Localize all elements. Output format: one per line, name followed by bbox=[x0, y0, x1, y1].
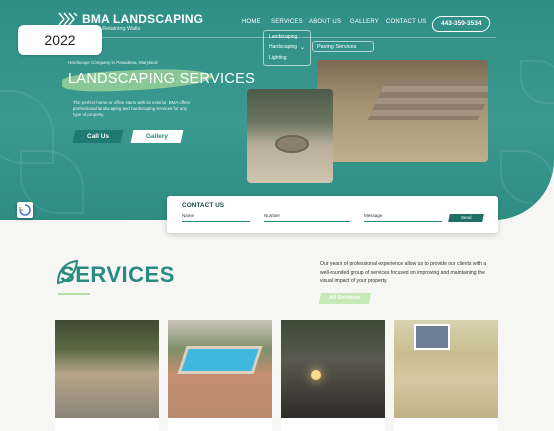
nav-about-us[interactable]: ABOUT US bbox=[309, 19, 341, 25]
number-field[interactable] bbox=[264, 221, 350, 222]
hero-description: The perfect home or office starts with i… bbox=[73, 100, 191, 117]
services-intro: Our years of professional experience all… bbox=[320, 261, 487, 285]
message-field[interactable] bbox=[364, 221, 442, 222]
gallery-label: Gallery bbox=[145, 133, 169, 140]
dropdown-item-landscaping[interactable]: Landscaping bbox=[269, 34, 297, 40]
all-services-button[interactable]: All Services bbox=[318, 293, 372, 304]
patio-steps-photo bbox=[317, 60, 488, 162]
dropdown-item-hardscaping[interactable]: Hardscaping bbox=[269, 44, 297, 50]
number-label: Number bbox=[264, 213, 281, 218]
service-card-walkway[interactable] bbox=[55, 320, 159, 431]
wall-lighting-photo bbox=[281, 320, 385, 418]
leaf-decoration bbox=[520, 60, 554, 104]
send-label: Send bbox=[460, 215, 472, 220]
logo-icon[interactable] bbox=[58, 12, 78, 26]
service-card-pool[interactable] bbox=[168, 320, 272, 431]
leaf-decoration bbox=[500, 150, 554, 204]
hero-title: LANDSCAPING SERVICES bbox=[68, 71, 256, 87]
phone-number: 443-359-3534 bbox=[440, 20, 482, 27]
gallery-button[interactable]: Gallery bbox=[130, 130, 184, 143]
dropdown-item-lighting[interactable]: Lighting bbox=[269, 55, 287, 61]
call-us-label: Call Us bbox=[86, 133, 110, 140]
submenu-item-paving[interactable]: Paving Services bbox=[312, 41, 374, 52]
nav-services[interactable]: SERVICES bbox=[271, 19, 303, 25]
services-underline bbox=[58, 293, 90, 295]
fire-pit-photo bbox=[247, 89, 333, 183]
year-badge: 2022 bbox=[18, 25, 102, 55]
all-services-label: All Services bbox=[329, 295, 361, 301]
recaptcha-icon[interactable] bbox=[17, 202, 33, 218]
walkway-photo bbox=[55, 320, 159, 418]
deck-photo bbox=[394, 320, 498, 418]
send-button[interactable]: Send bbox=[448, 214, 484, 222]
nav-gallery[interactable]: GALLERY bbox=[350, 19, 379, 25]
contact-form: CONTACT US Name Number Message Send bbox=[167, 196, 498, 233]
contact-title: CONTACT US bbox=[182, 202, 225, 209]
chevron-down-icon[interactable]: ⌄ bbox=[300, 44, 305, 51]
name-field[interactable] bbox=[182, 221, 250, 222]
call-us-button[interactable]: Call Us bbox=[72, 130, 124, 143]
brand-name[interactable]: BMA LANDSCAPING bbox=[82, 12, 203, 26]
nav-contact-us[interactable]: CONTACT US bbox=[386, 19, 426, 25]
phone-button[interactable]: 443-359-3534 bbox=[430, 16, 492, 32]
name-label: Name bbox=[182, 213, 195, 218]
service-card-lighting[interactable] bbox=[281, 320, 385, 431]
message-label: Message bbox=[364, 213, 383, 218]
hero-kicker: Hardscape Company in Pasadena, Maryland bbox=[68, 60, 158, 65]
nav-home[interactable]: HOME bbox=[242, 19, 261, 25]
services-dropdown: Landscaping Hardscaping ⌄ Lighting bbox=[263, 30, 311, 66]
pool-photo bbox=[168, 320, 272, 418]
leaf-icon bbox=[56, 259, 79, 285]
service-card-deck[interactable] bbox=[394, 320, 498, 431]
services-title-rest: ERVICES bbox=[75, 262, 175, 287]
